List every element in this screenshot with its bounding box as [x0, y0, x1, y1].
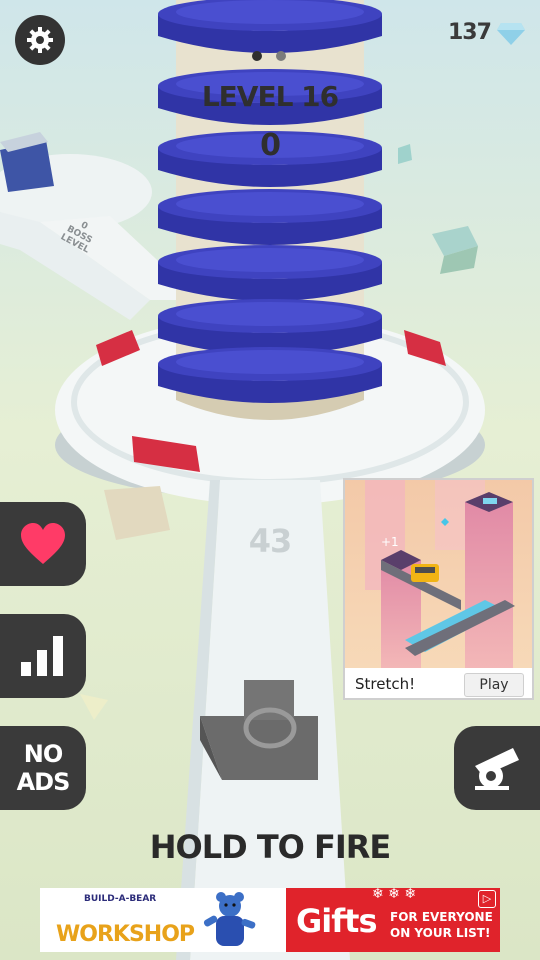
tower-ring-top [176, 0, 364, 24]
leaderboard-button[interactable] [0, 614, 86, 698]
tower-ring-top [176, 302, 364, 326]
level-progress-dots [252, 51, 286, 61]
ad-card[interactable]: +1 Stretch! Play [343, 478, 534, 700]
brand-top-text: BUILD-A-BEAR [84, 894, 157, 904]
cannon-icon [475, 748, 519, 790]
score-value: 0 [260, 128, 281, 163]
heart-icon [21, 523, 65, 564]
adchoices-icon[interactable]: ▷ [478, 890, 496, 908]
ad-preview-image: +1 [345, 480, 532, 668]
bar-chart-icon [21, 636, 63, 676]
snowflake-icon: ❄ ❄ ❄ [372, 886, 417, 902]
no-ads-line-2: ADS [16, 768, 71, 796]
progress-dot-empty [276, 51, 286, 61]
tower-ring-top [176, 192, 364, 216]
tower-ring-top [176, 350, 364, 374]
gifts-line-1: FOR EVERYONE [390, 910, 493, 924]
settings-button[interactable] [15, 15, 65, 65]
ad-title: Stretch! [355, 675, 416, 693]
gear-icon [27, 27, 53, 53]
diamond-icon [496, 22, 525, 45]
brand-main-text: WORKSHOP [56, 922, 195, 947]
gem-counter: 137 [448, 20, 525, 45]
banner-left-panel: BUILD-A-BEAR WORKSHOP [40, 888, 284, 952]
ad-play-button[interactable]: Play [464, 673, 524, 697]
favorite-button[interactable] [0, 502, 86, 586]
gifts-word: Gifts [296, 902, 377, 940]
bear-mascot-image [203, 892, 256, 946]
banner-ad[interactable]: BUILD-A-BEAR WORKSHOP Gifts FOR EVERYONE… [40, 886, 500, 952]
hold-to-fire-label: HOLD TO FIRE [149, 828, 392, 866]
gem-count: 137 [448, 20, 492, 45]
no-ads-button[interactable]: NO ADS [0, 726, 86, 810]
gifts-line-2: ON YOUR LIST! [390, 926, 491, 940]
cannon-shop-button[interactable] [454, 726, 540, 810]
no-ads-line-1: NO [23, 740, 63, 768]
ad-bonus-text: +1 [381, 535, 399, 549]
tower-ring-top [176, 248, 364, 272]
banner-right-panel: Gifts FOR EVERYONE ON YOUR LIST! ❄ ❄ ❄ ▷ [286, 886, 500, 952]
progress-dot-filled [252, 51, 262, 61]
level-label: LEVEL 16 [201, 80, 339, 113]
